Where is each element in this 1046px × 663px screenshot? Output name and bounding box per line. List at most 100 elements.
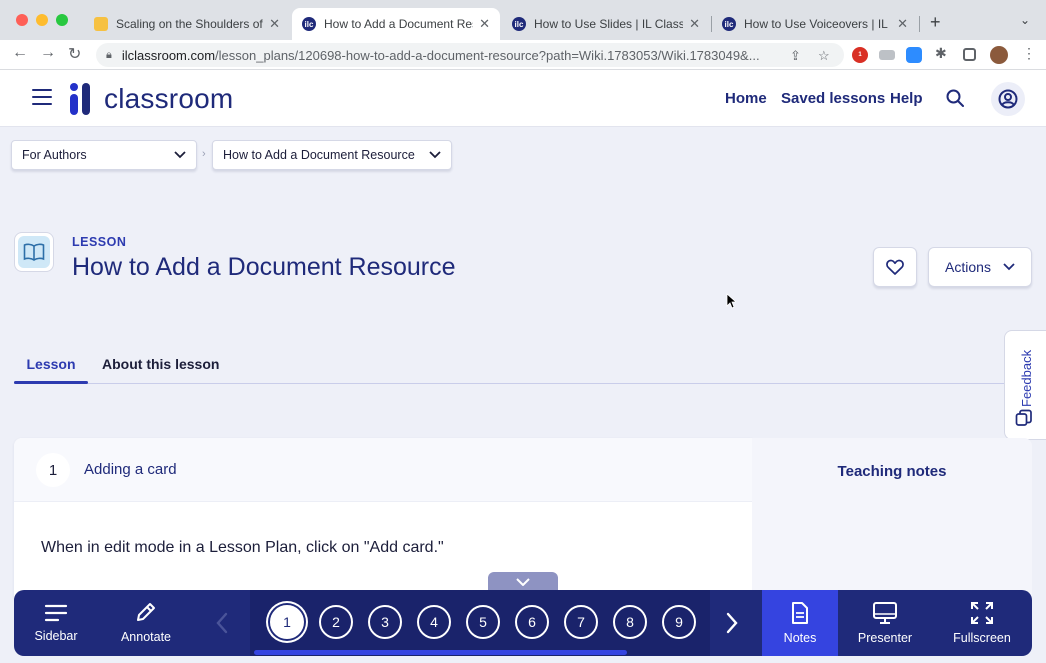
fullscreen-button[interactable]: Fullscreen xyxy=(946,590,1018,656)
browser-tab-title: How to Add a Document Resou xyxy=(324,17,473,31)
ilc-favicon-icon: ilc xyxy=(722,17,736,31)
feedback-side-tab[interactable]: Feedback xyxy=(1004,330,1046,440)
previous-slide-arrow-icon[interactable] xyxy=(214,612,230,634)
breadcrumb-dropdown-lesson[interactable]: How to Add a Document Resource xyxy=(212,140,452,170)
ilc-favicon-icon: ilc xyxy=(302,17,316,31)
side-panel-icon[interactable] xyxy=(963,48,976,61)
slide-button-2[interactable]: 2 xyxy=(319,605,353,639)
chevron-down-icon xyxy=(1003,263,1015,271)
slide-button-5[interactable]: 5 xyxy=(466,605,500,639)
bookmark-star-icon[interactable]: ☆ xyxy=(818,48,830,64)
chevron-down-icon xyxy=(174,151,186,159)
slide-button-1[interactable]: 1 xyxy=(270,605,304,639)
annotate-button[interactable]: Annotate xyxy=(110,590,182,656)
user-account-icon[interactable] xyxy=(991,82,1025,116)
lock-icon: 🔒︎ xyxy=(106,48,112,61)
nav-home[interactable]: Home xyxy=(725,90,767,107)
card-title: Adding a card xyxy=(84,461,177,478)
logo-mark-icon xyxy=(70,83,94,115)
browser-tab-2[interactable]: ilc How to Add a Document Resou ✕ xyxy=(292,8,500,40)
chevron-down-icon xyxy=(429,151,441,159)
lesson-card: 1 Adding a card When in edit mode in a L… xyxy=(14,438,752,598)
tab-lesson-label: Lesson xyxy=(26,356,76,372)
forward-arrow-icon[interactable]: → xyxy=(40,44,56,62)
sidebar-label: Sidebar xyxy=(34,629,78,643)
presenter-monitor-icon xyxy=(873,602,897,624)
breadcrumb-dropdown-for-authors[interactable]: For Authors xyxy=(11,140,197,170)
url-path: /lesson_plans/120698-how-to-add-a-docume… xyxy=(215,47,760,63)
slide-button-8[interactable]: 8 xyxy=(613,605,647,639)
sidebar-lines-icon xyxy=(44,604,68,622)
reload-icon[interactable]: ↻ xyxy=(68,44,81,64)
tab-about-this-lesson[interactable]: About this lesson xyxy=(96,344,225,384)
lesson-book-icon xyxy=(14,232,54,272)
browser-tab-bar: Scaling on the Shoulders of Pa ✕ ilc How… xyxy=(0,0,1046,40)
extension-icon[interactable] xyxy=(879,50,895,60)
tab-search-chevron-icon[interactable]: ⌄ xyxy=(1020,13,1030,27)
next-slide-arrow-icon[interactable] xyxy=(724,612,740,634)
hamburger-menu-icon[interactable] xyxy=(32,89,52,105)
new-tab-button[interactable]: + xyxy=(930,12,941,33)
browser-tab-title: How to Use Slides | IL Classroo xyxy=(534,17,684,31)
ilclassroom-logo[interactable]: classroom xyxy=(70,82,233,116)
ilc-favicon-icon: ilc xyxy=(512,17,526,31)
close-tab-icon[interactable]: ✕ xyxy=(689,16,700,32)
slide-button-6[interactable]: 6 xyxy=(515,605,549,639)
card-header: 1 Adding a card xyxy=(14,438,752,502)
actions-dropdown-button[interactable]: Actions xyxy=(928,247,1032,287)
notes-button[interactable]: Notes xyxy=(762,590,838,656)
feedback-icon xyxy=(1015,409,1032,426)
browser-tab-title: How to Use Voiceovers | IL Cla xyxy=(744,17,891,31)
slide-button-4[interactable]: 4 xyxy=(417,605,451,639)
annotate-label: Annotate xyxy=(120,630,172,644)
chevron-down-icon xyxy=(516,578,530,586)
browser-tab-3[interactable]: ilc How to Use Slides | IL Classroo ✕ xyxy=(502,8,710,40)
teaching-notes-title: Teaching notes xyxy=(837,463,947,480)
close-tab-icon[interactable]: ✕ xyxy=(479,16,490,32)
page-title: How to Add a Document Resource xyxy=(72,253,456,281)
browser-address-bar: ← → ↻ 🔒︎ ilclassroom.com/lesson_plans/12… xyxy=(0,40,1046,70)
active-tab-indicator xyxy=(14,381,88,384)
profile-avatar[interactable] xyxy=(990,46,1008,64)
window-close-button[interactable] xyxy=(16,14,28,26)
close-tab-icon[interactable]: ✕ xyxy=(897,16,908,32)
heart-icon xyxy=(886,259,904,275)
actions-label: Actions xyxy=(945,259,991,275)
nav-saved-lessons[interactable]: Saved lessons xyxy=(781,90,885,107)
search-icon[interactable] xyxy=(946,89,964,107)
presenter-button[interactable]: Presenter xyxy=(850,590,920,656)
notes-document-icon xyxy=(792,602,808,624)
browser-menu-icon[interactable]: ⋮ xyxy=(1022,45,1038,61)
lesson-kicker: LESSON xyxy=(72,235,127,249)
adblock-extension-icon[interactable]: 1 xyxy=(852,47,868,63)
browser-tab-1[interactable]: Scaling on the Shoulders of Pa ✕ xyxy=(84,8,290,40)
breadcrumb-label: How to Add a Document Resource xyxy=(223,148,415,162)
url-domain: ilclassroom.com xyxy=(121,47,216,63)
favorite-button[interactable] xyxy=(873,247,917,287)
slide-progress-bar xyxy=(254,650,627,655)
teaching-notes-panel: Teaching notes xyxy=(752,438,1032,598)
close-tab-icon[interactable]: ✕ xyxy=(269,16,280,32)
slide-button-3[interactable]: 3 xyxy=(368,605,402,639)
share-icon[interactable]: ⇪ xyxy=(790,48,801,64)
breadcrumb-label: For Authors xyxy=(22,148,87,162)
url-field[interactable]: 🔒︎ ilclassroom.com/lesson_plans/120698-h… xyxy=(96,43,844,67)
breadcrumb-separator: › xyxy=(202,148,206,160)
feedback-label: Feedback xyxy=(1019,349,1034,407)
browser-tab-4[interactable]: ilc How to Use Voiceovers | IL Cla ✕ xyxy=(712,8,918,40)
document-favicon-icon xyxy=(94,17,108,31)
slide-navigator: 1 2 3 4 5 6 7 8 9 xyxy=(250,590,710,656)
slide-button-9[interactable]: 9 xyxy=(662,605,696,639)
presentation-toolbar: Sidebar Annotate 1 2 3 4 5 6 7 8 9 Notes xyxy=(14,590,1032,656)
slide-button-7[interactable]: 7 xyxy=(564,605,598,639)
sidebar-button[interactable]: Sidebar xyxy=(24,590,88,656)
back-arrow-icon[interactable]: ← xyxy=(12,44,28,62)
window-minimize-button[interactable] xyxy=(36,14,48,26)
nav-help[interactable]: Help xyxy=(890,90,923,107)
collapse-toolbar-button[interactable] xyxy=(488,572,558,592)
window-maximize-button[interactable] xyxy=(56,14,68,26)
tab-lesson[interactable]: Lesson xyxy=(14,344,88,384)
zoom-extension-icon[interactable] xyxy=(906,47,922,63)
extensions-puzzle-icon[interactable]: ✱ xyxy=(935,45,951,61)
browser-tab-title: Scaling on the Shoulders of Pa xyxy=(116,17,263,31)
